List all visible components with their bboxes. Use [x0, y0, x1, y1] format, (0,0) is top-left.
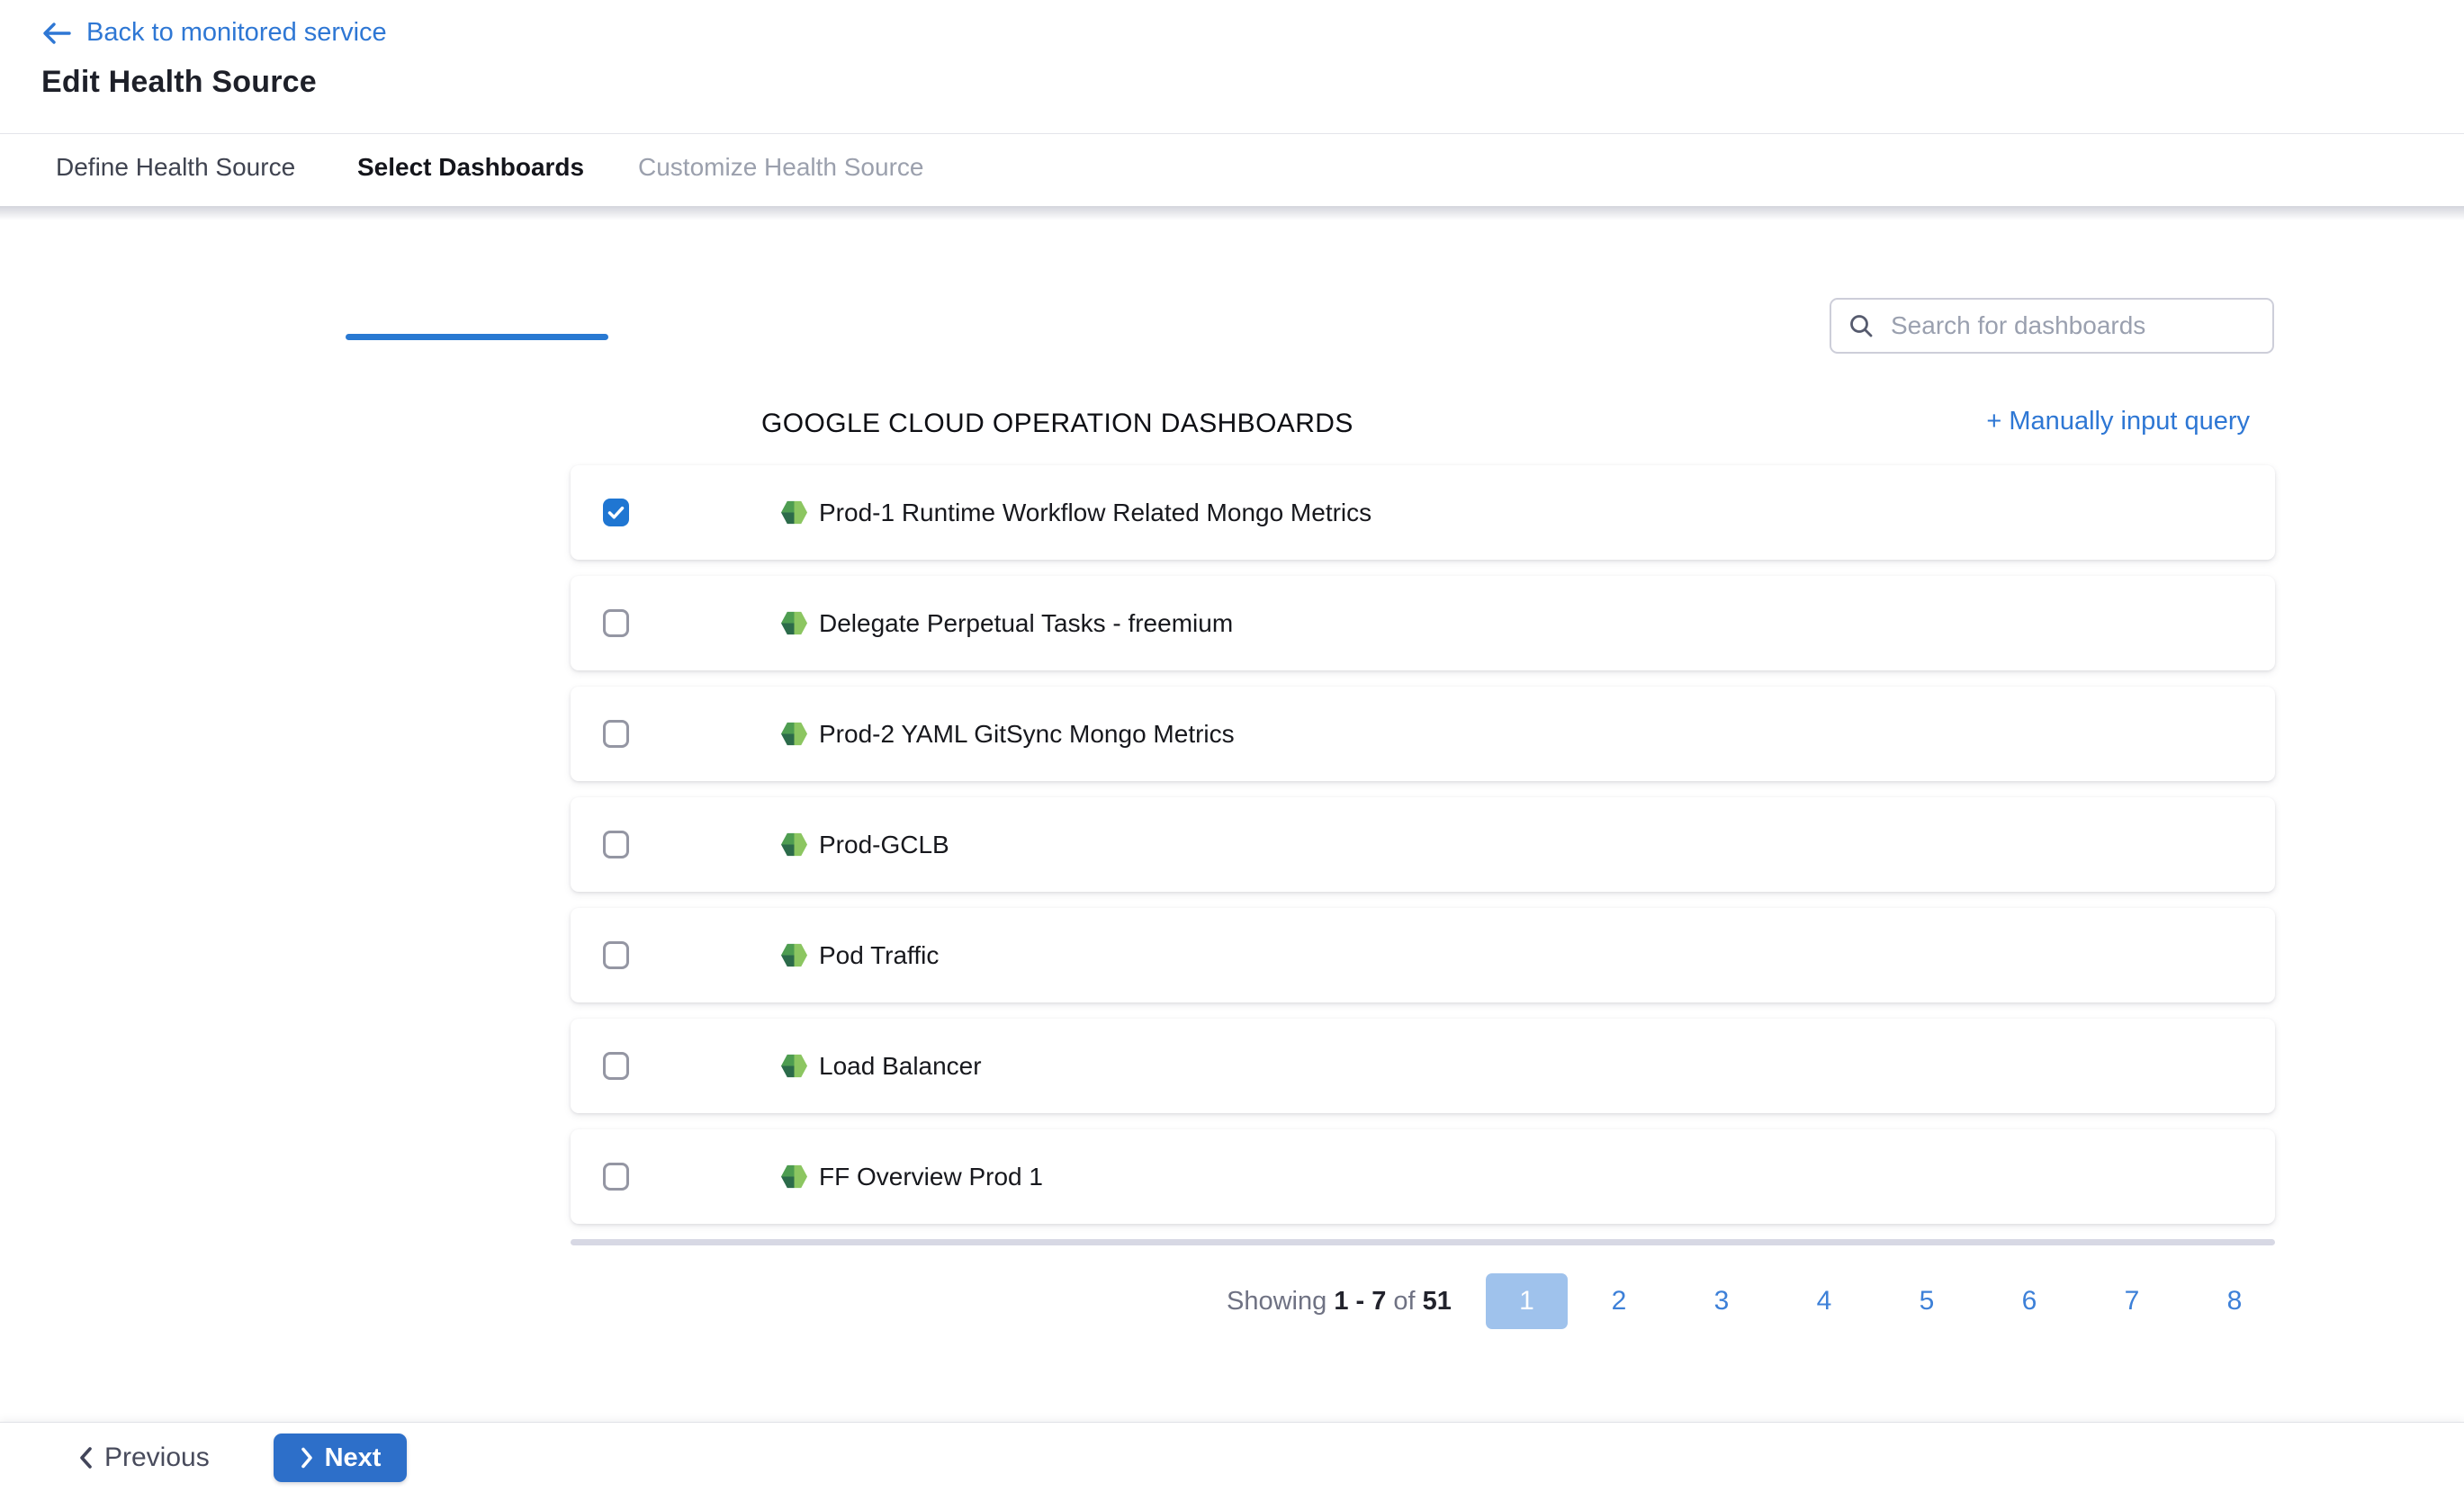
- page-button-5[interactable]: 5: [1875, 1286, 1978, 1317]
- dashboard-row[interactable]: Prod-2 YAML GitSync Mongo Metrics: [571, 687, 2275, 781]
- dashboard-hexagon-icon: [780, 1163, 808, 1191]
- dashboard-row[interactable]: Load Balancer: [571, 1019, 2275, 1113]
- dashboard-checkbox[interactable]: [603, 1052, 629, 1080]
- dashboard-label: Prod-GCLB: [819, 831, 949, 859]
- dashboard-checkbox[interactable]: [603, 499, 629, 526]
- dashboard-label: FF Overview Prod 1: [819, 1163, 1043, 1191]
- showing-range: 1 - 7: [1334, 1287, 1386, 1316]
- dashboard-checkbox[interactable]: [603, 609, 629, 637]
- dashboard-row[interactable]: Prod-1 Runtime Workflow Related Mongo Me…: [571, 465, 2275, 560]
- previous-button[interactable]: Previous: [77, 1423, 210, 1492]
- active-tab-underline: [346, 334, 608, 340]
- previous-label: Previous: [104, 1443, 210, 1473]
- dashboard-checkbox[interactable]: [603, 941, 629, 969]
- dashboard-label: Load Balancer: [819, 1052, 982, 1081]
- page-button-6[interactable]: 6: [1978, 1286, 2081, 1317]
- dashboard-checkbox[interactable]: [603, 720, 629, 748]
- next-label: Next: [325, 1443, 382, 1473]
- dashboard-hexagon-icon: [780, 831, 808, 858]
- page-button-7[interactable]: 7: [2081, 1286, 2183, 1317]
- dashboard-row[interactable]: Prod-GCLB: [571, 797, 2275, 892]
- page-button-4[interactable]: 4: [1773, 1286, 1875, 1317]
- horizontal-scrollbar[interactable]: [571, 1239, 2275, 1245]
- tab-select-dashboards[interactable]: Select Dashboards: [357, 134, 584, 201]
- page-button-8[interactable]: 8: [2183, 1286, 2286, 1317]
- footer-bar: Previous Next: [0, 1422, 2464, 1492]
- back-link-label: Back to monitored service: [86, 18, 387, 48]
- search-input[interactable]: [1889, 310, 2256, 341]
- page-title: Edit Health Source: [41, 65, 317, 100]
- dashboard-hexagon-icon: [780, 609, 808, 637]
- tab-bar-shadow: [0, 206, 2464, 220]
- next-button[interactable]: Next: [274, 1434, 407, 1482]
- dashboard-label: Delegate Perpetual Tasks - freemium: [819, 609, 1233, 638]
- dashboards-section-heading: GOOGLE CLOUD OPERATION DASHBOARDS: [761, 409, 1353, 439]
- page-button-1[interactable]: 1: [1486, 1273, 1568, 1329]
- dashboard-checkbox[interactable]: [603, 831, 629, 858]
- dashboard-label: Prod-1 Runtime Workflow Related Mongo Me…: [819, 499, 1371, 527]
- dashboard-hexagon-icon: [780, 499, 808, 526]
- dashboard-checkbox[interactable]: [603, 1163, 629, 1191]
- back-arrow-icon: [41, 20, 72, 47]
- chevron-left-icon: [77, 1445, 94, 1470]
- showing-total: 51: [1423, 1287, 1452, 1316]
- dashboard-search-box: [1830, 298, 2274, 354]
- dashboard-row[interactable]: Delegate Perpetual Tasks - freemium: [571, 576, 2275, 670]
- dashboard-hexagon-icon: [780, 941, 808, 969]
- tab-bar: Define Health Source Select Dashboards C…: [0, 133, 2464, 207]
- edit-health-source-screen: Back to monitored service Edit Health So…: [0, 0, 2464, 1492]
- tab-define-health-source[interactable]: Define Health Source: [56, 134, 295, 201]
- dashboard-hexagon-icon: [780, 1052, 808, 1080]
- showing-text: Showing 1 - 7 of 51: [1227, 1287, 1452, 1317]
- dashboard-label: Prod-2 YAML GitSync Mongo Metrics: [819, 720, 1235, 749]
- dashboard-row[interactable]: Pod Traffic: [571, 908, 2275, 1002]
- page-button-3[interactable]: 3: [1670, 1286, 1773, 1317]
- chevron-right-icon: [300, 1446, 314, 1470]
- search-icon: [1848, 312, 1875, 339]
- pagination: Showing 1 - 7 of 51 1 2 3 4 5 6 7 8: [1227, 1272, 2286, 1330]
- page-button-2[interactable]: 2: [1568, 1286, 1670, 1317]
- dashboard-row[interactable]: FF Overview Prod 1: [571, 1129, 2275, 1224]
- dashboard-label: Pod Traffic: [819, 941, 939, 970]
- manually-input-query-link[interactable]: + Manually input query: [1980, 407, 2250, 436]
- back-to-monitored-service-link[interactable]: Back to monitored service: [41, 18, 387, 48]
- tab-customize-health-source[interactable]: Customize Health Source: [638, 134, 923, 201]
- dashboard-hexagon-icon: [780, 720, 808, 748]
